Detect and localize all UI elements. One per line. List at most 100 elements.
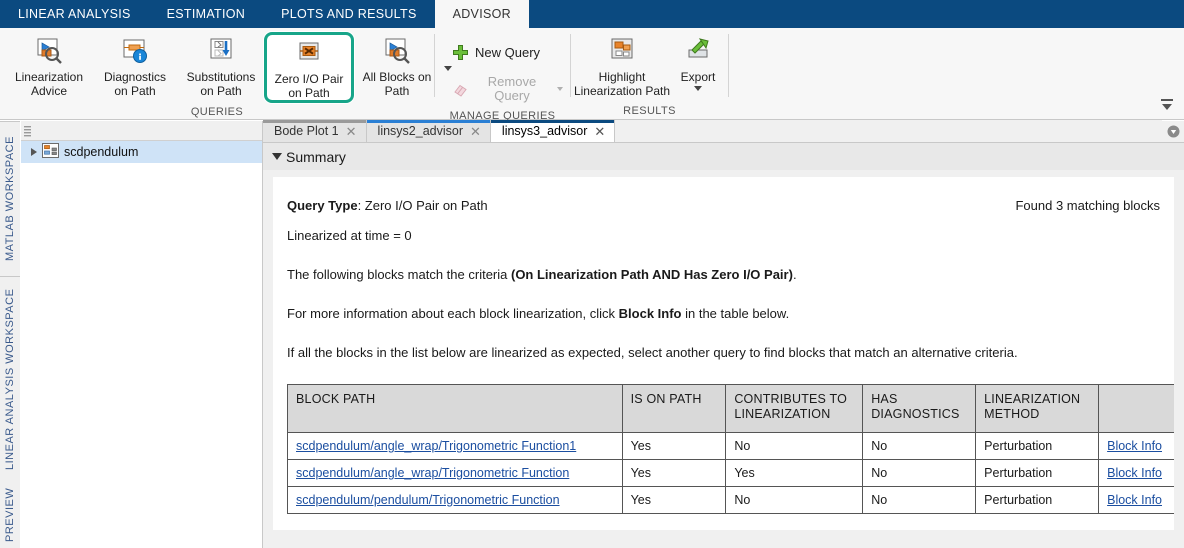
all-blocks-on-path-button[interactable]: All Blocks on Path bbox=[354, 32, 440, 99]
doc-tab-accent bbox=[366, 120, 490, 123]
close-icon[interactable]: ✕ bbox=[594, 125, 605, 138]
remove-query-label: Remove Query bbox=[487, 74, 537, 103]
ribbon-group-results: Highlight Linearization Path Export RESU… bbox=[571, 28, 728, 120]
cell-block-info: Block Info bbox=[1098, 432, 1174, 460]
block-info-link[interactable]: Block Info bbox=[1107, 466, 1162, 480]
export-button[interactable]: Export bbox=[669, 32, 727, 98]
ribbon-tab-linear-analysis[interactable]: LINEAR ANALYSIS bbox=[0, 0, 149, 28]
cell-is-on-path: Yes bbox=[621, 459, 727, 487]
tree-item-scdpendulum[interactable]: scdpendulum bbox=[21, 141, 262, 163]
tab-overflow-menu-icon[interactable] bbox=[1162, 120, 1184, 142]
substitutions-on-path-button[interactable]: Substitutions on Path bbox=[178, 32, 264, 99]
chevron-right-icon[interactable] bbox=[31, 148, 37, 156]
col-header-block-info[interactable] bbox=[1098, 384, 1174, 433]
cell-contributes: Yes bbox=[725, 459, 864, 487]
block-path-link[interactable]: scdpendulum/angle_wrap/Trigonometric Fun… bbox=[296, 439, 576, 453]
cell-linearization-method: Perturbation bbox=[975, 486, 1100, 514]
doc-tab-bode-plot-1[interactable]: Bode Plot 1 ✕ bbox=[263, 120, 367, 142]
block-info-link[interactable]: Block Info bbox=[1107, 493, 1162, 507]
criteria-text-a: The following blocks match the criteria bbox=[287, 267, 511, 282]
criteria-paragraph: The following blocks match the criteria … bbox=[287, 266, 1160, 284]
doc-tab-linsys3-advisor[interactable]: linsys3_advisor ✕ bbox=[490, 120, 616, 142]
block-info-link[interactable]: Block Info bbox=[1107, 439, 1162, 453]
close-icon[interactable]: ✕ bbox=[470, 125, 481, 138]
simulink-model-icon bbox=[42, 143, 59, 161]
table-header-row: Block Path Is on Path Contributes to Lin… bbox=[287, 384, 1174, 433]
highlight-linearization-path-button[interactable]: Highlight Linearization Path bbox=[573, 32, 671, 99]
table-row[interactable]: scdpendulum/angle_wrap/Trigonometric Fun… bbox=[287, 459, 1174, 487]
sidebar-tab-preview[interactable]: PREVIEW bbox=[0, 481, 20, 548]
doc-tab-accent bbox=[490, 120, 615, 123]
tree-panel-header bbox=[21, 121, 262, 141]
ribbon: Linearization Advice Diagnostics on Path… bbox=[0, 28, 1184, 122]
linearized-at-time: Linearized at time = 0 bbox=[287, 228, 412, 243]
linearization-advice-button[interactable]: Linearization Advice bbox=[6, 32, 92, 99]
remove-query-button[interactable]: Remove Query bbox=[445, 71, 570, 107]
diagnostics-on-path-button[interactable]: Diagnostics on Path bbox=[92, 32, 178, 99]
query-type: Query Type: Zero I/O Pair on Path bbox=[287, 198, 488, 213]
table-row[interactable]: scdpendulum/pendulum/Trigonometric Funct… bbox=[287, 486, 1174, 514]
all-blocks-on-path-icon bbox=[381, 37, 413, 67]
zero-io-pair-on-path-button[interactable]: Zero I/O Pair on Path bbox=[264, 32, 354, 103]
criteria-text-c: . bbox=[792, 267, 797, 282]
ribbon-group-manage-queries: New Query Remove Query MANAGE QUERIES bbox=[435, 28, 570, 122]
query-type-row: Query Type: Zero I/O Pair on Path Found … bbox=[287, 197, 1160, 215]
doc-tab-label: Bode Plot 1 bbox=[274, 124, 339, 138]
cell-contributes: No bbox=[725, 432, 864, 460]
ribbon-tab-advisor[interactable]: ADVISOR bbox=[434, 0, 529, 28]
advisor-report-area: Summary Query Type: Zero I/O Pair on Pat… bbox=[263, 143, 1184, 548]
ribbon-tab-bar: LINEAR ANALYSIS ESTIMATION PLOTS AND RES… bbox=[0, 0, 1184, 28]
ribbon-tab-plots-and-results[interactable]: PLOTS AND RESULTS bbox=[263, 0, 434, 28]
col-header-block-path[interactable]: Block Path bbox=[287, 384, 623, 433]
doc-tab-label: linsys3_advisor bbox=[501, 124, 588, 138]
cell-contributes: No bbox=[725, 486, 864, 514]
results-table: Block Path Is on Path Contributes to Lin… bbox=[287, 384, 1174, 514]
cell-block-info: Block Info bbox=[1098, 459, 1174, 487]
alternative-criteria-paragraph: If all the blocks in the list below are … bbox=[287, 345, 1018, 360]
doc-tab-accent bbox=[263, 120, 366, 123]
cell-has-diagnostics: No bbox=[862, 432, 977, 460]
summary-title: Summary bbox=[286, 148, 346, 165]
close-icon[interactable]: ✕ bbox=[346, 125, 357, 138]
block-path-link[interactable]: scdpendulum/angle_wrap/Trigonometric Fun… bbox=[296, 466, 569, 480]
new-query-button[interactable]: New Query bbox=[445, 40, 547, 65]
doc-tab-bar-spacer bbox=[615, 120, 1162, 142]
triangle-down-icon bbox=[272, 153, 282, 160]
col-header-contributes-to-linearization[interactable]: Contributes to Linearization bbox=[725, 384, 864, 433]
criteria-text-b: (On Linearization Path AND Has Zero I/O … bbox=[510, 267, 793, 282]
document-tab-bar: Bode Plot 1 ✕ linsys2_advisor ✕ linsys3_… bbox=[263, 120, 1184, 143]
cell-has-diagnostics: No bbox=[862, 459, 977, 487]
ribbon-separator bbox=[728, 34, 729, 97]
cell-linearization-method: Perturbation bbox=[975, 432, 1100, 460]
export-dropdown[interactable] bbox=[694, 86, 702, 91]
highlight-linearization-path-icon bbox=[606, 37, 638, 67]
col-header-linearization-method[interactable]: Linearization Method bbox=[975, 384, 1100, 433]
linear-analysis-tool-window: LINEAR ANALYSIS ESTIMATION PLOTS AND RES… bbox=[0, 0, 1184, 548]
summary-section-toggle[interactable]: Summary bbox=[263, 143, 1184, 170]
substitutions-on-path-label: Substitutions on Path bbox=[186, 70, 256, 98]
chevron-down-icon bbox=[557, 87, 563, 91]
ribbon-tab-estimation[interactable]: ESTIMATION bbox=[149, 0, 263, 28]
collapse-ribbon-icon[interactable] bbox=[1158, 97, 1176, 113]
cell-block-path: scdpendulum/angle_wrap/Trigonometric Fun… bbox=[287, 459, 623, 487]
col-header-is-on-path[interactable]: Is on Path bbox=[621, 384, 727, 433]
drag-grip-icon[interactable] bbox=[24, 125, 31, 137]
table-row[interactable]: scdpendulum/angle_wrap/Trigonometric Fun… bbox=[287, 432, 1174, 460]
sidebar-tab-matlab-workspace[interactable]: MATLAB WORKSPACE bbox=[0, 121, 20, 276]
block-info-text-a: For more information about each block li… bbox=[287, 306, 619, 321]
plus-green-icon bbox=[452, 44, 469, 61]
col-header-has-diagnostics[interactable]: Has Diagnostics bbox=[862, 384, 977, 433]
export-label: Export bbox=[680, 70, 716, 84]
chevron-down-icon bbox=[694, 86, 702, 91]
diagnostics-on-path-icon bbox=[119, 37, 151, 67]
query-type-value: Zero I/O Pair on Path bbox=[364, 198, 488, 213]
substitutions-on-path-icon bbox=[205, 37, 237, 67]
sidebar-tab-linear-analysis-workspace[interactable]: LINEAR ANALYSIS WORKSPACE bbox=[0, 276, 20, 481]
block-path-link[interactable]: scdpendulum/pendulum/Trigonometric Funct… bbox=[296, 493, 560, 507]
cell-is-on-path: Yes bbox=[621, 486, 727, 514]
block-info-text-b: Block Info bbox=[618, 306, 682, 321]
highlight-linearization-path-label: Highlight Linearization Path bbox=[573, 70, 671, 98]
cell-block-path: scdpendulum/angle_wrap/Trigonometric Fun… bbox=[287, 432, 623, 460]
doc-tab-linsys2-advisor[interactable]: linsys2_advisor ✕ bbox=[366, 120, 491, 142]
remove-query-dropdown[interactable] bbox=[557, 87, 563, 91]
